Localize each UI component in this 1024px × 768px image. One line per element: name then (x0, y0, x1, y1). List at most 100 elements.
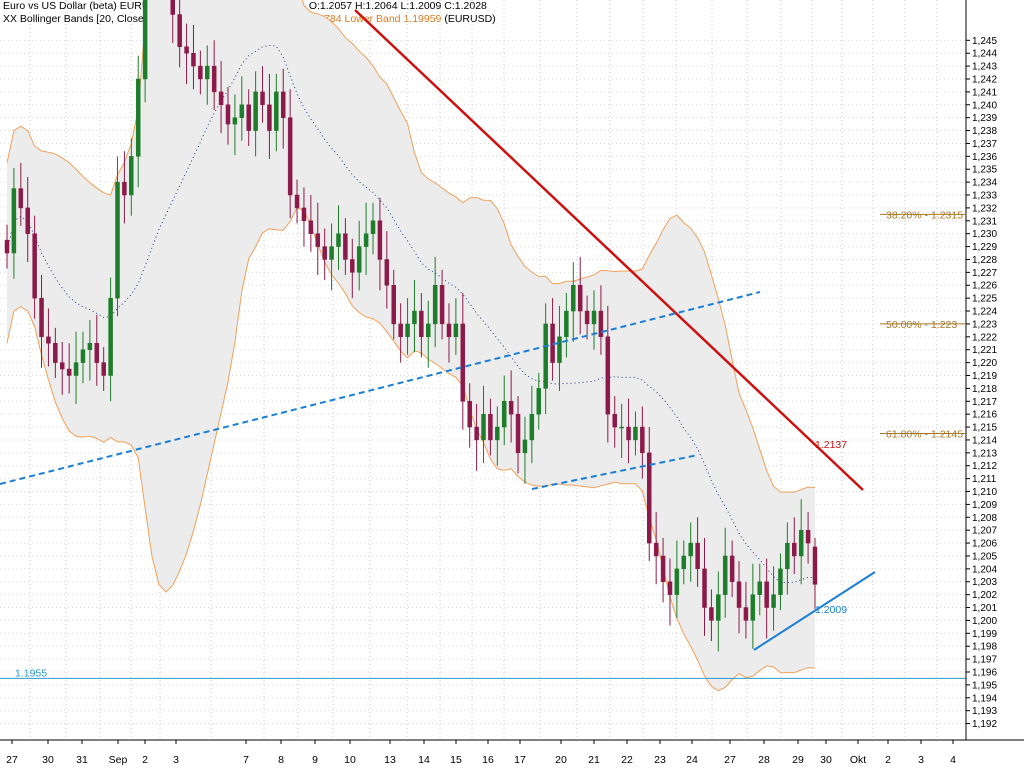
y-tick-label: 1,218 (972, 384, 997, 395)
y-tick-label: 1,193 (972, 706, 997, 717)
candle-body (778, 568, 783, 595)
y-tick-label: 1,242 (972, 74, 997, 85)
candle-body (439, 284, 445, 325)
candle-body (46, 336, 51, 344)
y-tick-label: 1,238 (972, 126, 997, 137)
y-tick-label: 1,241 (972, 87, 997, 98)
y-tick-label: 1,212 (972, 461, 997, 472)
candle-body (736, 581, 742, 608)
candle-body (460, 323, 466, 402)
y-tick-label: 1,213 (972, 448, 997, 459)
candle-body (619, 426, 624, 429)
candle-body (557, 336, 562, 363)
y-tick-label: 1,203 (972, 577, 997, 588)
y-tick-label: 1,232 (972, 203, 997, 214)
candle-body (667, 581, 673, 595)
x-tick-label: 9 (312, 754, 318, 766)
candle-body (764, 581, 769, 608)
candle-body (191, 52, 196, 67)
candle-body (640, 426, 645, 454)
candle-body (536, 388, 542, 415)
x-tick-label: Sep (109, 754, 128, 766)
y-tick-label: 1,225 (972, 294, 997, 305)
candle-body (59, 362, 65, 370)
candle-body (211, 65, 217, 93)
candle-body (488, 413, 493, 441)
y-tick-label: 1,240 (972, 100, 997, 111)
candle-body (142, 0, 148, 80)
y-tick-label: 1,220 (972, 358, 997, 369)
y-tick-label: 1,216 (972, 410, 997, 421)
candle-body (218, 91, 224, 106)
x-tick-label: 30 (42, 754, 54, 766)
x-tick-label: 16 (482, 754, 494, 766)
candle-body (301, 207, 307, 222)
x-tick-label: 27 (724, 754, 736, 766)
candle-body (633, 426, 638, 441)
candle-body (370, 220, 376, 234)
candle-body (522, 439, 528, 454)
price-chart[interactable]: 1,192 1,193 1,194 1,195 1,1961,197 1,198 1,199… (0, 0, 1024, 768)
y-tick-label: 1,204 (972, 564, 997, 575)
candle-body (543, 323, 548, 389)
candle-body (419, 310, 424, 338)
y-tick-label: 1,221 (972, 345, 997, 356)
candle-body (750, 594, 756, 621)
candle-body (32, 233, 37, 299)
candle-body (722, 555, 728, 595)
candle-body (626, 426, 631, 441)
candle-body (729, 555, 735, 582)
candle-body (688, 542, 693, 557)
candle-body (267, 104, 272, 131)
candle-body (446, 323, 452, 338)
candle-body (571, 284, 576, 312)
candle-body (80, 349, 86, 363)
y-tick-label: 1,214 (972, 435, 997, 446)
candle-body (474, 426, 479, 441)
candle-body (205, 65, 210, 80)
candle-body (743, 607, 749, 621)
x-tick-label: 24 (686, 754, 698, 766)
candle-body (481, 413, 486, 441)
candle-body (122, 181, 127, 196)
level-value-label: 1.1955 (15, 667, 47, 679)
y-tick-label: 1,235 (972, 165, 997, 176)
candle-body (108, 297, 113, 376)
candle-body (384, 259, 390, 286)
candle-body (391, 284, 396, 325)
y-tick-label: 1,210 (972, 487, 997, 498)
candle-body (253, 91, 258, 131)
candle-body (584, 310, 590, 325)
candle-body (529, 413, 535, 441)
candle-body (115, 181, 120, 299)
y-tick-label: 1,208 (972, 513, 997, 524)
candle-body (260, 91, 265, 106)
y-tick-label: 1,229 (972, 242, 997, 253)
x-tick-label: 28 (758, 754, 770, 766)
candle-body (695, 542, 700, 570)
candle-body (94, 343, 100, 363)
candle-body (515, 413, 521, 454)
x-tick-label: 21 (588, 754, 600, 766)
fib-level-label: 38.20% - 1.2315 (886, 209, 963, 221)
band-fill (7, 0, 815, 691)
x-tick-label: 17 (514, 754, 526, 766)
candle-body (66, 368, 72, 376)
candle-body (495, 426, 500, 441)
candle-body (280, 91, 286, 118)
y-tick-label: 1,237 (972, 139, 997, 150)
y-tick-label: 1,207 (972, 526, 997, 537)
candle-body (129, 156, 134, 196)
candle-body (501, 401, 507, 428)
candle-body (577, 284, 583, 312)
candle-body (660, 555, 666, 582)
x-tick-label: 20 (555, 754, 567, 766)
candle-body (287, 117, 293, 196)
candle-body (343, 233, 348, 260)
candle-body (336, 233, 341, 247)
candle-body (329, 246, 334, 260)
candle-body (412, 310, 417, 325)
x-tick-label: 13 (384, 754, 396, 766)
x-tick-label: 22 (621, 754, 633, 766)
candle-body (785, 542, 790, 570)
